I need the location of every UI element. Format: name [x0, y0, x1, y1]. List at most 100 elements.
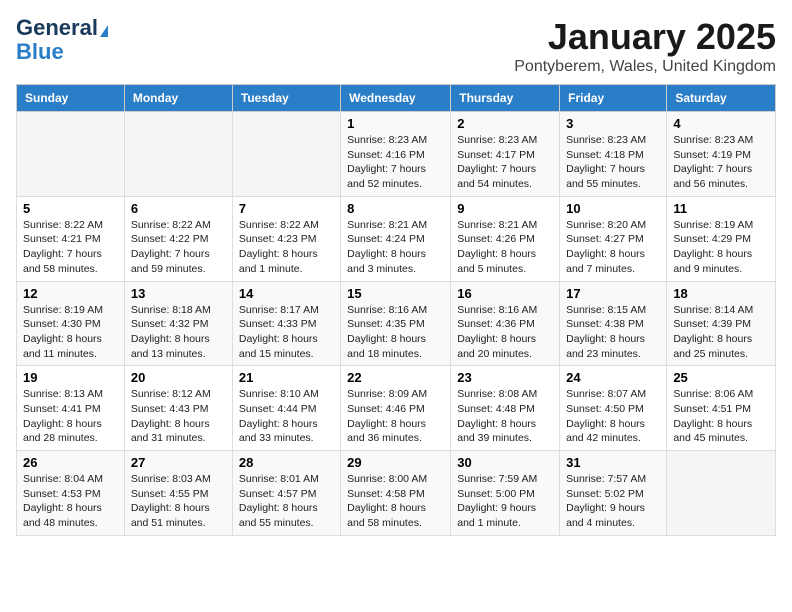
day-info: Sunrise: 8:23 AMSunset: 4:17 PMDaylight:…	[457, 133, 553, 192]
day-number: 12	[23, 286, 118, 301]
calendar-cell: 4Sunrise: 8:23 AMSunset: 4:19 PMDaylight…	[667, 112, 776, 197]
day-number: 4	[673, 116, 769, 131]
day-info: Sunrise: 8:15 AMSunset: 4:38 PMDaylight:…	[566, 303, 660, 362]
calendar-cell: 22Sunrise: 8:09 AMSunset: 4:46 PMDayligh…	[341, 366, 451, 451]
day-number: 7	[239, 201, 334, 216]
month-title: January 2025	[514, 16, 776, 58]
calendar-cell: 23 Sunrise: 8:08 AMSunset: 4:48 PMDayligh…	[451, 366, 560, 451]
calendar-cell: 29Sunrise: 8:00 AMSunset: 4:58 PMDayligh…	[341, 451, 451, 536]
day-info: Sunrise: 8:06 AMSunset: 4:51 PMDaylight:…	[673, 387, 769, 446]
day-number: 5	[23, 201, 118, 216]
day-number: 8	[347, 201, 444, 216]
day-info: Sunrise: 8:17 AMSunset: 4:33 PMDaylight:…	[239, 303, 334, 362]
weekday-header-cell: Sunday	[17, 85, 125, 112]
day-info: Sunrise: 8:18 AMSunset: 4:32 PMDaylight:…	[131, 303, 226, 362]
calendar-cell: 24 Sunrise: 8:07 AMSunset: 4:50 PMDayligh…	[560, 366, 667, 451]
day-number: 23	[457, 370, 553, 385]
weekday-header-cell: Monday	[124, 85, 232, 112]
calendar-cell: 28Sunrise: 8:01 AMSunset: 4:57 PMDayligh…	[232, 451, 340, 536]
calendar-cell	[17, 112, 125, 197]
day-number: 28	[239, 455, 334, 470]
calendar-week-row: 26 Sunrise: 8:04 AMSunset: 4:53 PMDayligh…	[17, 451, 776, 536]
day-info: Sunrise: 8:00 AMSunset: 4:58 PMDaylight:…	[347, 472, 444, 531]
calendar-cell: 21Sunrise: 8:10 AMSunset: 4:44 PMDayligh…	[232, 366, 340, 451]
day-info: Sunrise: 8:04 AMSunset: 4:53 PMDaylight:…	[23, 472, 118, 531]
calendar-cell: 13 Sunrise: 8:18 AMSunset: 4:32 PMDayligh…	[124, 281, 232, 366]
day-number: 25	[673, 370, 769, 385]
day-info: Sunrise: 8:19 AMSunset: 4:29 PMDaylight:…	[673, 218, 769, 277]
day-number: 2	[457, 116, 553, 131]
calendar-cell: 30 Sunrise: 7:59 AMSunset: 5:00 PMDayligh…	[451, 451, 560, 536]
day-number: 26	[23, 455, 118, 470]
calendar-cell: 27 Sunrise: 8:03 AMSunset: 4:55 PMDayligh…	[124, 451, 232, 536]
day-number: 15	[347, 286, 444, 301]
calendar-cell: 10 Sunrise: 8:20 AMSunset: 4:27 PMDayligh…	[560, 196, 667, 281]
day-number: 20	[131, 370, 226, 385]
calendar-cell: 15 Sunrise: 8:16 AMSunset: 4:35 PMDayligh…	[341, 281, 451, 366]
calendar-cell	[667, 451, 776, 536]
calendar-week-row: 1Sunrise: 8:23 AMSunset: 4:16 PMDaylight…	[17, 112, 776, 197]
day-info: Sunrise: 8:08 AMSunset: 4:48 PMDaylight:…	[457, 387, 553, 446]
weekday-header-cell: Friday	[560, 85, 667, 112]
calendar-week-row: 19 Sunrise: 8:13 AMSunset: 4:41 PMDayligh…	[17, 366, 776, 451]
day-info: Sunrise: 7:59 AMSunset: 5:00 PMDaylight:…	[457, 472, 553, 531]
day-number: 31	[566, 455, 660, 470]
calendar-cell: 8 Sunrise: 8:21 AMSunset: 4:24 PMDaylight…	[341, 196, 451, 281]
logo-icon	[100, 25, 108, 37]
calendar-week-row: 5 Sunrise: 8:22 AMSunset: 4:21 PMDaylight…	[17, 196, 776, 281]
day-number: 17	[566, 286, 660, 301]
calendar-cell: 1Sunrise: 8:23 AMSunset: 4:16 PMDaylight…	[341, 112, 451, 197]
day-number: 27	[131, 455, 226, 470]
calendar-cell: 7Sunrise: 8:22 AMSunset: 4:23 PMDaylight…	[232, 196, 340, 281]
calendar-cell: 20Sunrise: 8:12 AMSunset: 4:43 PMDayligh…	[124, 366, 232, 451]
day-number: 3	[566, 116, 660, 131]
calendar-cell	[232, 112, 340, 197]
day-info: Sunrise: 8:13 AMSunset: 4:41 PMDaylight:…	[23, 387, 118, 446]
day-info: Sunrise: 8:16 AMSunset: 4:36 PMDaylight:…	[457, 303, 553, 362]
header: General Blue January 2025 Pontyberem, Wa…	[16, 16, 776, 76]
day-number: 10	[566, 201, 660, 216]
day-info: Sunrise: 8:10 AMSunset: 4:44 PMDaylight:…	[239, 387, 334, 446]
location-title: Pontyberem, Wales, United Kingdom	[514, 58, 776, 76]
day-info: Sunrise: 8:21 AMSunset: 4:26 PMDaylight:…	[457, 218, 553, 277]
calendar-cell: 5 Sunrise: 8:22 AMSunset: 4:21 PMDaylight…	[17, 196, 125, 281]
calendar-table: SundayMondayTuesdayWednesdayThursdayFrid…	[16, 84, 776, 536]
day-number: 18	[673, 286, 769, 301]
logo: General Blue	[16, 16, 108, 64]
day-info: Sunrise: 8:23 AMSunset: 4:18 PMDaylight:…	[566, 133, 660, 192]
calendar-cell: 19 Sunrise: 8:13 AMSunset: 4:41 PMDayligh…	[17, 366, 125, 451]
day-info: Sunrise: 8:19 AMSunset: 4:30 PMDaylight:…	[23, 303, 118, 362]
day-number: 9	[457, 201, 553, 216]
day-info: Sunrise: 8:20 AMSunset: 4:27 PMDaylight:…	[566, 218, 660, 277]
calendar-week-row: 12 Sunrise: 8:19 AMSunset: 4:30 PMDayligh…	[17, 281, 776, 366]
calendar-cell	[124, 112, 232, 197]
calendar-cell: 16 Sunrise: 8:16 AMSunset: 4:36 PMDayligh…	[451, 281, 560, 366]
day-info: Sunrise: 8:03 AMSunset: 4:55 PMDaylight:…	[131, 472, 226, 531]
calendar-cell: 12 Sunrise: 8:19 AMSunset: 4:30 PMDayligh…	[17, 281, 125, 366]
day-number: 30	[457, 455, 553, 470]
weekday-header-cell: Wednesday	[341, 85, 451, 112]
day-info: Sunrise: 8:16 AMSunset: 4:35 PMDaylight:…	[347, 303, 444, 362]
logo-blue-text: Blue	[16, 39, 64, 64]
calendar-cell: 6 Sunrise: 8:22 AMSunset: 4:22 PMDaylight…	[124, 196, 232, 281]
logo-general-text: General	[16, 15, 98, 40]
calendar-body: 1Sunrise: 8:23 AMSunset: 4:16 PMDaylight…	[17, 112, 776, 536]
day-info: Sunrise: 8:22 AMSunset: 4:22 PMDaylight:…	[131, 218, 226, 277]
day-number: 19	[23, 370, 118, 385]
calendar-cell: 11Sunrise: 8:19 AMSunset: 4:29 PMDayligh…	[667, 196, 776, 281]
day-info: Sunrise: 8:07 AMSunset: 4:50 PMDaylight:…	[566, 387, 660, 446]
calendar-cell: 31Sunrise: 7:57 AMSunset: 5:02 PMDayligh…	[560, 451, 667, 536]
day-number: 1	[347, 116, 444, 131]
day-number: 24	[566, 370, 660, 385]
calendar-cell: 3 Sunrise: 8:23 AMSunset: 4:18 PMDaylight…	[560, 112, 667, 197]
calendar-cell: 14Sunrise: 8:17 AMSunset: 4:33 PMDayligh…	[232, 281, 340, 366]
calendar-cell: 17 Sunrise: 8:15 AMSunset: 4:38 PMDayligh…	[560, 281, 667, 366]
day-info: Sunrise: 8:22 AMSunset: 4:21 PMDaylight:…	[23, 218, 118, 277]
day-number: 13	[131, 286, 226, 301]
calendar-cell: 18Sunrise: 8:14 AMSunset: 4:39 PMDayligh…	[667, 281, 776, 366]
day-info: Sunrise: 8:21 AMSunset: 4:24 PMDaylight:…	[347, 218, 444, 277]
calendar-cell: 25 Sunrise: 8:06 AMSunset: 4:51 PMDayligh…	[667, 366, 776, 451]
day-number: 6	[131, 201, 226, 216]
day-number: 16	[457, 286, 553, 301]
calendar-cell: 9 Sunrise: 8:21 AMSunset: 4:26 PMDaylight…	[451, 196, 560, 281]
